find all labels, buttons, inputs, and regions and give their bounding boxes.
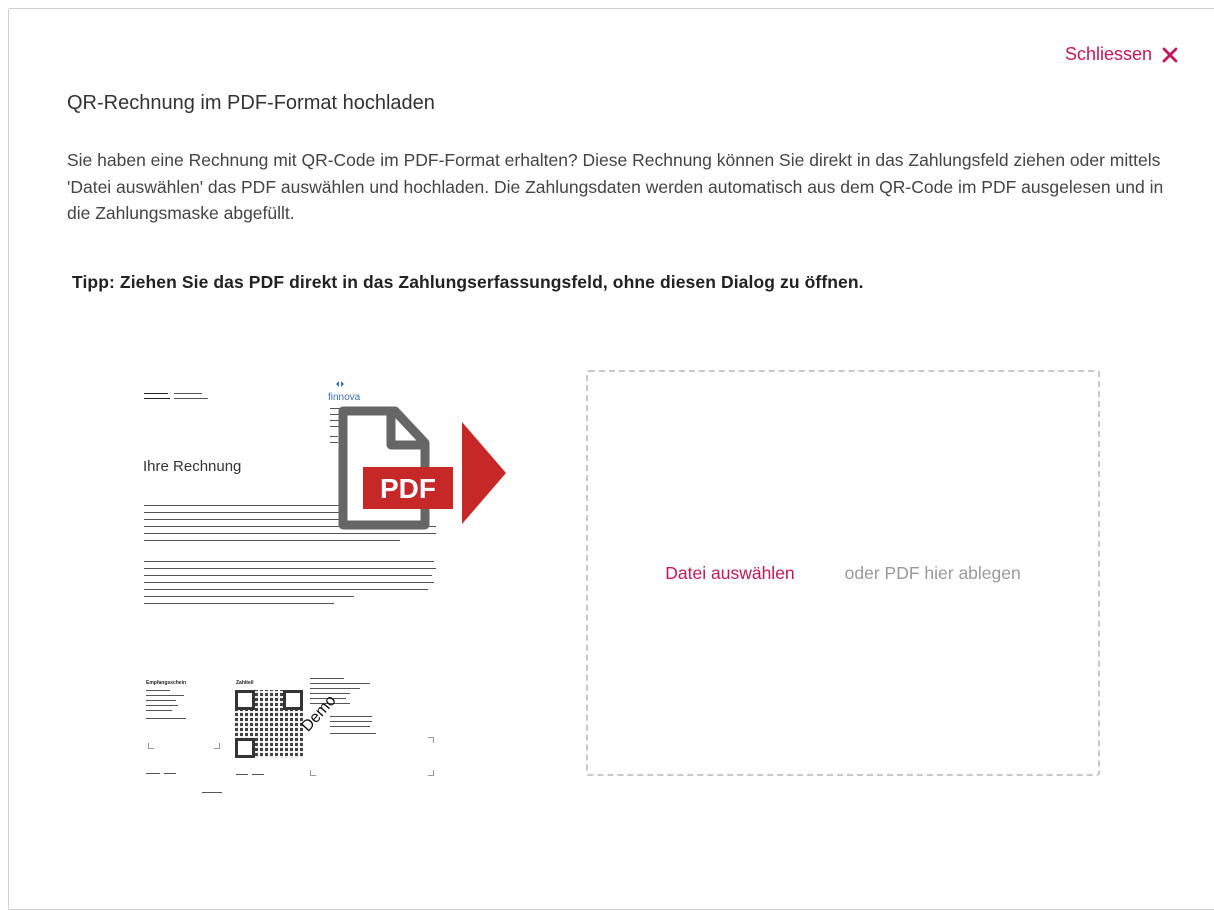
pdf-dropzone[interactable]: Datei auswählen oder PDF hier ablegen — [586, 370, 1100, 776]
arrow-right-icon — [462, 422, 506, 524]
dialog-title: QR-Rechnung im PDF-Format hochladen — [67, 92, 435, 114]
invoice-heading: Ihre Rechnung — [143, 458, 242, 475]
dialog-description: Sie haben eine Rechnung mit QR-Code im P… — [67, 150, 1164, 223]
qr-code-image — [235, 690, 303, 758]
finnova-logo-icon — [336, 381, 344, 387]
drop-hint: oder PDF hier ablegen — [844, 562, 1021, 583]
choose-file-link[interactable]: Datei auswählen — [665, 563, 794, 584]
dialog-tip: Tipp: Ziehen Sie das PDF direkt in das Z… — [72, 272, 864, 292]
payment-part-label: Zahlteil — [236, 680, 254, 686]
close-icon — [1162, 47, 1178, 62]
pdf-badge: PDF — [380, 473, 436, 504]
invoice-illustration: finnova Ihre Rechnung Empfangsschein Zah… — [130, 360, 510, 800]
close-label: Schliessen — [1064, 44, 1152, 64]
close-button[interactable]: Schliessen — [1065, 44, 1178, 65]
receipt-label: Empfangsschein — [146, 680, 187, 686]
pdf-file-icon: PDF — [338, 406, 453, 530]
demo-stamp: Demo — [298, 692, 340, 736]
finnova-logo: finnova — [328, 392, 361, 403]
